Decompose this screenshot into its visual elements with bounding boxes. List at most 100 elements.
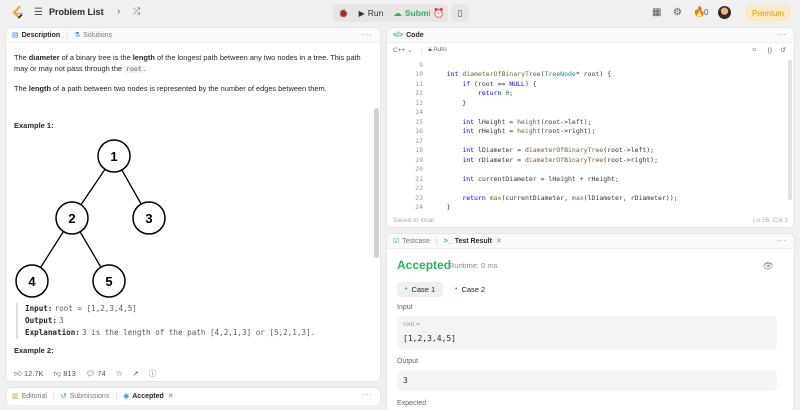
tree-node: 1 <box>97 139 131 173</box>
debug-button[interactable]: 🐞 <box>333 4 354 22</box>
settings-icon[interactable]: ⚙ <box>673 7 682 18</box>
tab-testcase[interactable]: ☑ Testcase <box>387 234 436 249</box>
tab-solutions-label: Solutions <box>83 31 113 39</box>
share-icon[interactable]: ↗ <box>132 369 138 378</box>
input-value-box: root = [1,2,3,4,5] <box>397 316 777 350</box>
more-options-icon[interactable]: ··· <box>362 30 373 39</box>
checkbox-icon: ☑ <box>393 238 400 245</box>
more-options-icon[interactable]: ··· <box>362 390 373 399</box>
param-name: root = <box>403 321 420 328</box>
layout-icon[interactable]: ▦ <box>652 7 661 18</box>
dislike-button[interactable]: 👎︎ 813 <box>54 369 76 379</box>
tab-test-result[interactable]: >_ Test Result ✕ <box>438 234 508 249</box>
help-icon[interactable]: ⓘ <box>149 368 157 379</box>
chevron-down-icon: ⌄ <box>407 47 413 54</box>
tree-node-label: 4 <box>28 274 36 289</box>
code-panel: </> Code ··· C++ ⌄ | 🔒︎ Auto ⌑ {} ↺ 9 10 1… <box>386 27 795 228</box>
comments-button[interactable]: 💬︎ 74 <box>86 369 106 378</box>
list-icon[interactable]: ☰ <box>34 7 43 18</box>
description-paragraph-1: The diameter of a binary tree is the len… <box>14 52 370 75</box>
example-2-title: Example 2: <box>14 346 54 355</box>
tab-description[interactable]: ▤ Description <box>6 28 66 43</box>
language-select[interactable]: C++ ⌄ <box>393 46 413 54</box>
like-button[interactable]: 👍︎ 12.7K <box>14 369 44 379</box>
case-2-button[interactable]: • Case 2 <box>447 282 493 297</box>
tree-node: 3 <box>132 201 166 235</box>
tab-accepted-label: Accepted <box>132 392 164 400</box>
notes-icon[interactable]: ▯ <box>451 4 469 22</box>
reset-icon[interactable]: ↺ <box>781 46 786 54</box>
input-section-label: Input <box>397 304 413 311</box>
run-button[interactable]: ▶ Run <box>354 4 389 22</box>
line-number: 15 <box>415 117 423 126</box>
problem-list-link[interactable]: Problem List <box>49 7 104 17</box>
runtime-label: Runtime: 0 ms <box>449 261 498 270</box>
case-1-button[interactable]: • Case 1 <box>397 282 444 297</box>
eye-icon[interactable]: 👁︎ <box>763 261 774 272</box>
premium-button[interactable]: Premium <box>746 5 790 21</box>
line-number: 16 <box>415 127 423 135</box>
bold-term: diameter <box>28 53 60 62</box>
shuffle-icon[interactable]: ⤮ <box>133 6 140 17</box>
case-1-label: Case 1 <box>411 285 436 294</box>
example-input-line: Input: root = [1,2,3,4,5] <box>25 303 356 315</box>
text: of a path between two nodes is represent… <box>50 84 327 93</box>
expected-section-label: Expected <box>397 400 427 407</box>
tab-code[interactable]: </> Code <box>387 28 430 43</box>
auto-mode-toggle[interactable]: 🔒︎ Auto <box>428 46 446 54</box>
tab-accepted[interactable]: ◉ Accepted ✕ <box>117 389 180 404</box>
example-1-title: Example 1: <box>14 121 54 130</box>
line-number: 9 <box>419 60 423 69</box>
line-number: 23 <box>415 193 423 202</box>
code-line: } <box>431 98 467 107</box>
verdict-accepted: Accepted <box>397 258 452 272</box>
explanation-value: 3 is the length of the path [4,2,1,3] or… <box>82 328 316 337</box>
close-tab-icon[interactable]: ✕ <box>168 392 174 400</box>
code-line: return max(currentDiameter, max(lDiamete… <box>462 193 678 202</box>
code-scrollbar[interactable] <box>788 60 792 200</box>
tab-editorial-label: Editorial <box>21 392 47 400</box>
line-number: 24 <box>415 203 423 211</box>
code-line: return 0; <box>477 89 514 97</box>
leetcode-logo-icon[interactable] <box>10 5 26 21</box>
editor-status-bar: Saved to local Ln 26, Col 1 <box>387 213 794 227</box>
more-options-icon[interactable]: ··· <box>776 236 787 245</box>
favorite-star-icon[interactable]: ☆ <box>116 369 123 378</box>
output-section-label: Output <box>397 358 419 365</box>
run-submit-group: 🐞 ▶ Run ☁ Submit <box>333 4 439 22</box>
line-number: 21 <box>415 174 423 183</box>
inline-code: root <box>124 65 144 73</box>
book-icon: ▥ <box>12 393 19 400</box>
tab-editorial[interactable]: ▥ Editorial <box>6 389 53 404</box>
explanation-label: Explanation: <box>25 328 80 337</box>
more-options-icon[interactable]: ··· <box>776 30 787 39</box>
input-value: root = [1,2,3,4,5] <box>54 304 137 313</box>
description-panel: ▤ Description | ⚗ Solutions ··· The diam… <box>5 27 381 382</box>
line-number: 18 <box>415 146 423 154</box>
close-tab-icon[interactable]: ✕ <box>496 237 502 245</box>
language-label: C++ <box>393 47 406 54</box>
line-number: 11 <box>415 79 423 88</box>
case-2-label: Case 2 <box>461 285 486 294</box>
param-value: [1,2,3,4,5] <box>403 334 456 343</box>
format-braces-icon[interactable]: {} <box>768 47 772 54</box>
code-line: int lHeight = height(root->left); <box>462 117 592 126</box>
tab-solutions[interactable]: ⚗ Solutions <box>68 28 118 43</box>
next-problem-icon[interactable]: › <box>117 6 120 17</box>
line-number: 20 <box>415 165 423 173</box>
tree-node-label: 1 <box>110 149 117 164</box>
timer-icon[interactable]: ⏰ <box>430 4 448 22</box>
code-editor[interactable]: 9 10 11 12 13 14 15 16 17 18 19 20 21 22 23 24 int diam… <box>387 58 786 227</box>
tree-node-label: 3 <box>145 211 152 226</box>
description-scrollbar[interactable] <box>374 108 379 258</box>
toolbar-divider: | <box>420 46 423 54</box>
code-tabbar: </> Code ··· <box>387 28 794 43</box>
text: The <box>14 84 29 93</box>
comment-icon: 💬︎ <box>85 369 96 378</box>
avatar[interactable] <box>718 6 731 19</box>
line-number: 22 <box>415 184 423 192</box>
bookmark-icon[interactable]: ⌑ <box>753 46 756 54</box>
line-number: 17 <box>415 136 423 145</box>
prev-problem-icon[interactable]: ‹ <box>101 6 104 17</box>
tab-submissions[interactable]: ↺ Submissions <box>55 389 116 404</box>
